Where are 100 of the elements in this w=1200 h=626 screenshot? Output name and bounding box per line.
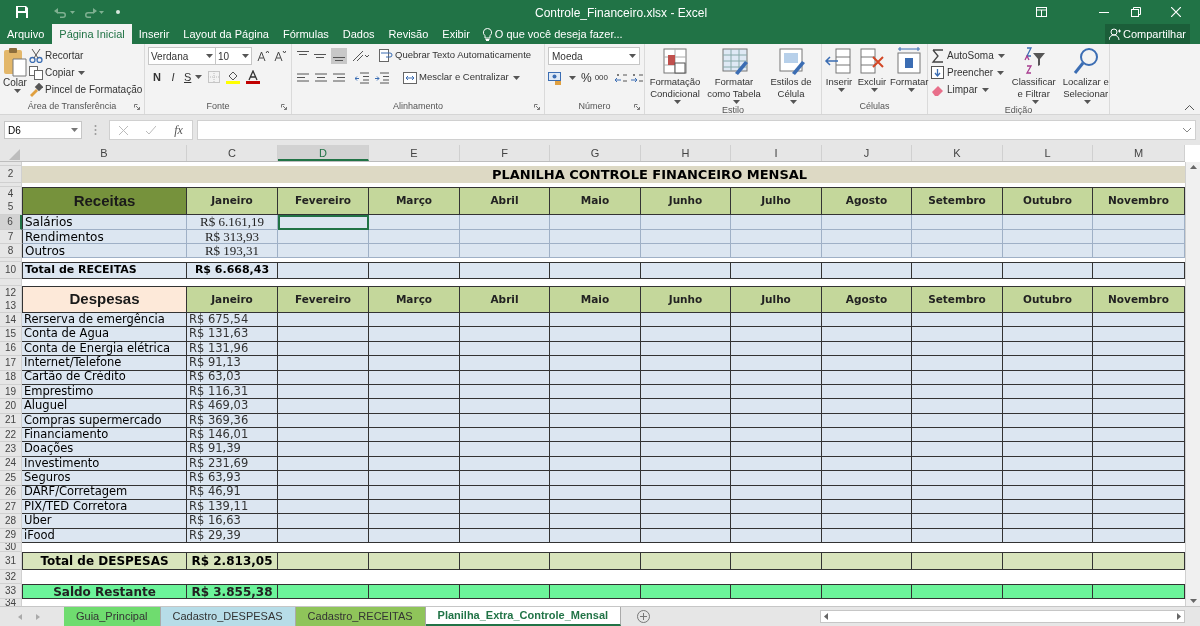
column-header[interactable]: K (912, 145, 1003, 161)
row-number[interactable]: 8 (0, 244, 22, 258)
collapse-ribbon-icon[interactable] (1185, 105, 1194, 110)
restore-icon[interactable] (1131, 7, 1141, 17)
font-name-field[interactable]: Verdana (148, 47, 216, 65)
increase-decimal-icon[interactable] (615, 72, 629, 84)
fill-button[interactable]: Preencher (931, 64, 1005, 81)
ribbon-tab[interactable]: Página Inicial (52, 24, 132, 44)
find-select-button[interactable]: Localizar e Selecionar (1058, 47, 1113, 104)
customize-icon[interactable] (116, 10, 120, 14)
row-number[interactable]: 5 (0, 200, 21, 214)
row-number[interactable]: 2 (0, 166, 22, 183)
row-number[interactable]: 13 (0, 299, 21, 312)
wrap-text-button[interactable]: Quebrar Texto Automaticamente (379, 47, 532, 64)
row-number[interactable]: 32 (0, 570, 22, 584)
style-button[interactable]: Formatar como Tabela (702, 47, 766, 104)
copy-button[interactable]: Copiar (29, 64, 143, 81)
save-icon[interactable] (16, 6, 28, 18)
fill-color-icon[interactable] (226, 70, 241, 85)
row-number[interactable]: 25 (0, 471, 22, 486)
format-painter-button[interactable]: Pincel de Formatação (29, 81, 143, 98)
caret-icon[interactable] (99, 10, 104, 14)
row-number[interactable]: 15 (0, 327, 22, 342)
row-number[interactable]: 14 (0, 313, 22, 328)
dialog-launcher-icon[interactable] (281, 104, 287, 110)
ribbon-tab[interactable]: Dados (335, 24, 382, 44)
undo-icon[interactable] (54, 6, 68, 18)
orientation-icon[interactable] (352, 49, 370, 62)
row-number[interactable]: 22 (0, 428, 22, 443)
horizontal-scrollbar[interactable] (820, 610, 1185, 623)
dialog-launcher-icon[interactable] (634, 104, 640, 110)
font-size-field[interactable]: 10 (216, 47, 252, 65)
ribbon-display-icon[interactable] (1036, 7, 1047, 17)
cut-button[interactable]: Recortar (29, 47, 143, 64)
column-header[interactable]: I (731, 145, 822, 161)
row-number[interactable]: 17 (0, 356, 22, 371)
column-header[interactable]: D (278, 145, 369, 161)
merge-center-button[interactable]: Mesclar e Centralizar (403, 69, 520, 86)
row-number[interactable]: 33 (0, 584, 22, 599)
cells-button[interactable]: Formatar (889, 47, 930, 92)
row-number[interactable]: 23 (0, 442, 22, 457)
column-header[interactable]: H (641, 145, 731, 161)
name-box[interactable]: D6 (4, 121, 82, 139)
redo-icon[interactable] (83, 6, 97, 18)
sheet-tab[interactable]: Cadastro_RECEITAS (295, 607, 426, 626)
italic-button[interactable]: I (168, 69, 178, 86)
minimize-icon[interactable] (1099, 11, 1109, 13)
dialog-launcher-icon[interactable] (534, 104, 540, 110)
caret-icon[interactable] (70, 10, 75, 14)
paste-button[interactable]: Colar (3, 47, 27, 93)
cells-button[interactable]: Inserir (823, 47, 855, 92)
column-header[interactable]: G (550, 145, 641, 161)
ribbon-tab[interactable]: Arquivo (0, 24, 52, 44)
sheet-tab[interactable]: Planilha_Extra_Controle_Mensal (425, 607, 622, 626)
row-number[interactable]: 7 (0, 230, 22, 244)
increase-indent-icon[interactable] (375, 71, 389, 84)
tell-me-button[interactable]: O que você deseja fazer... (482, 24, 623, 44)
sort-filter-button[interactable]: Classificar e Filtrar (1008, 47, 1059, 104)
insert-function-button[interactable]: fx (174, 121, 183, 139)
more-options-icon[interactable] (94, 125, 97, 135)
ribbon-tab[interactable]: Exibir (435, 24, 477, 44)
column-header[interactable]: L (1003, 145, 1093, 161)
ribbon-tab[interactable]: Revisão (381, 24, 436, 44)
font-color-icon[interactable] (246, 70, 261, 85)
align-left-icon[interactable] (297, 72, 309, 83)
row-number[interactable]: 10 (0, 262, 22, 279)
autosum-button[interactable]: AutoSoma (931, 47, 1005, 64)
decrease-decimal-icon[interactable] (631, 72, 645, 84)
row-number[interactable]: 28 (0, 514, 22, 529)
vertical-scrollbar[interactable] (1185, 162, 1200, 606)
shrink-font-icon[interactable] (274, 50, 286, 62)
underline-button[interactable]: S (184, 69, 203, 86)
dialog-launcher-icon[interactable] (134, 104, 140, 110)
add-sheet-icon[interactable] (637, 610, 651, 623)
row-number[interactable]: 4 (0, 187, 21, 201)
style-button[interactable]: Formatação Condicional (648, 47, 702, 104)
row-number[interactable]: 20 (0, 399, 22, 414)
ribbon-tab[interactable]: Fórmulas (275, 24, 336, 44)
cells-button[interactable]: Excluir (856, 47, 888, 92)
formula-input[interactable] (197, 120, 1196, 140)
row-number[interactable]: 31 (0, 552, 22, 570)
sheet-tab[interactable]: Guia_Principal (64, 607, 161, 626)
bold-button[interactable]: N (152, 69, 162, 86)
share-button[interactable]: Compartilhar (1105, 24, 1190, 44)
currency-icon[interactable] (548, 71, 562, 85)
column-header[interactable]: J (822, 145, 912, 161)
column-header[interactable]: F (460, 145, 550, 161)
row-number[interactable]: 6 (0, 215, 22, 230)
ribbon-tab[interactable]: Inserir (131, 24, 177, 44)
align-center-icon[interactable] (315, 72, 327, 83)
column-header[interactable]: M (1093, 145, 1185, 161)
row-number[interactable]: 12 (0, 286, 21, 299)
style-button[interactable]: Estilos de Célula (766, 47, 816, 104)
align-bottom-icon[interactable] (331, 47, 347, 64)
decrease-indent-icon[interactable] (355, 71, 369, 84)
sheet-tab[interactable]: Cadastro_DESPESAS (160, 607, 296, 626)
ribbon-tab[interactable]: Layout da Página (176, 24, 276, 44)
grow-font-icon[interactable] (257, 50, 269, 62)
thousands-button[interactable]: 000 (594, 72, 609, 84)
percent-button[interactable]: % (581, 69, 592, 87)
